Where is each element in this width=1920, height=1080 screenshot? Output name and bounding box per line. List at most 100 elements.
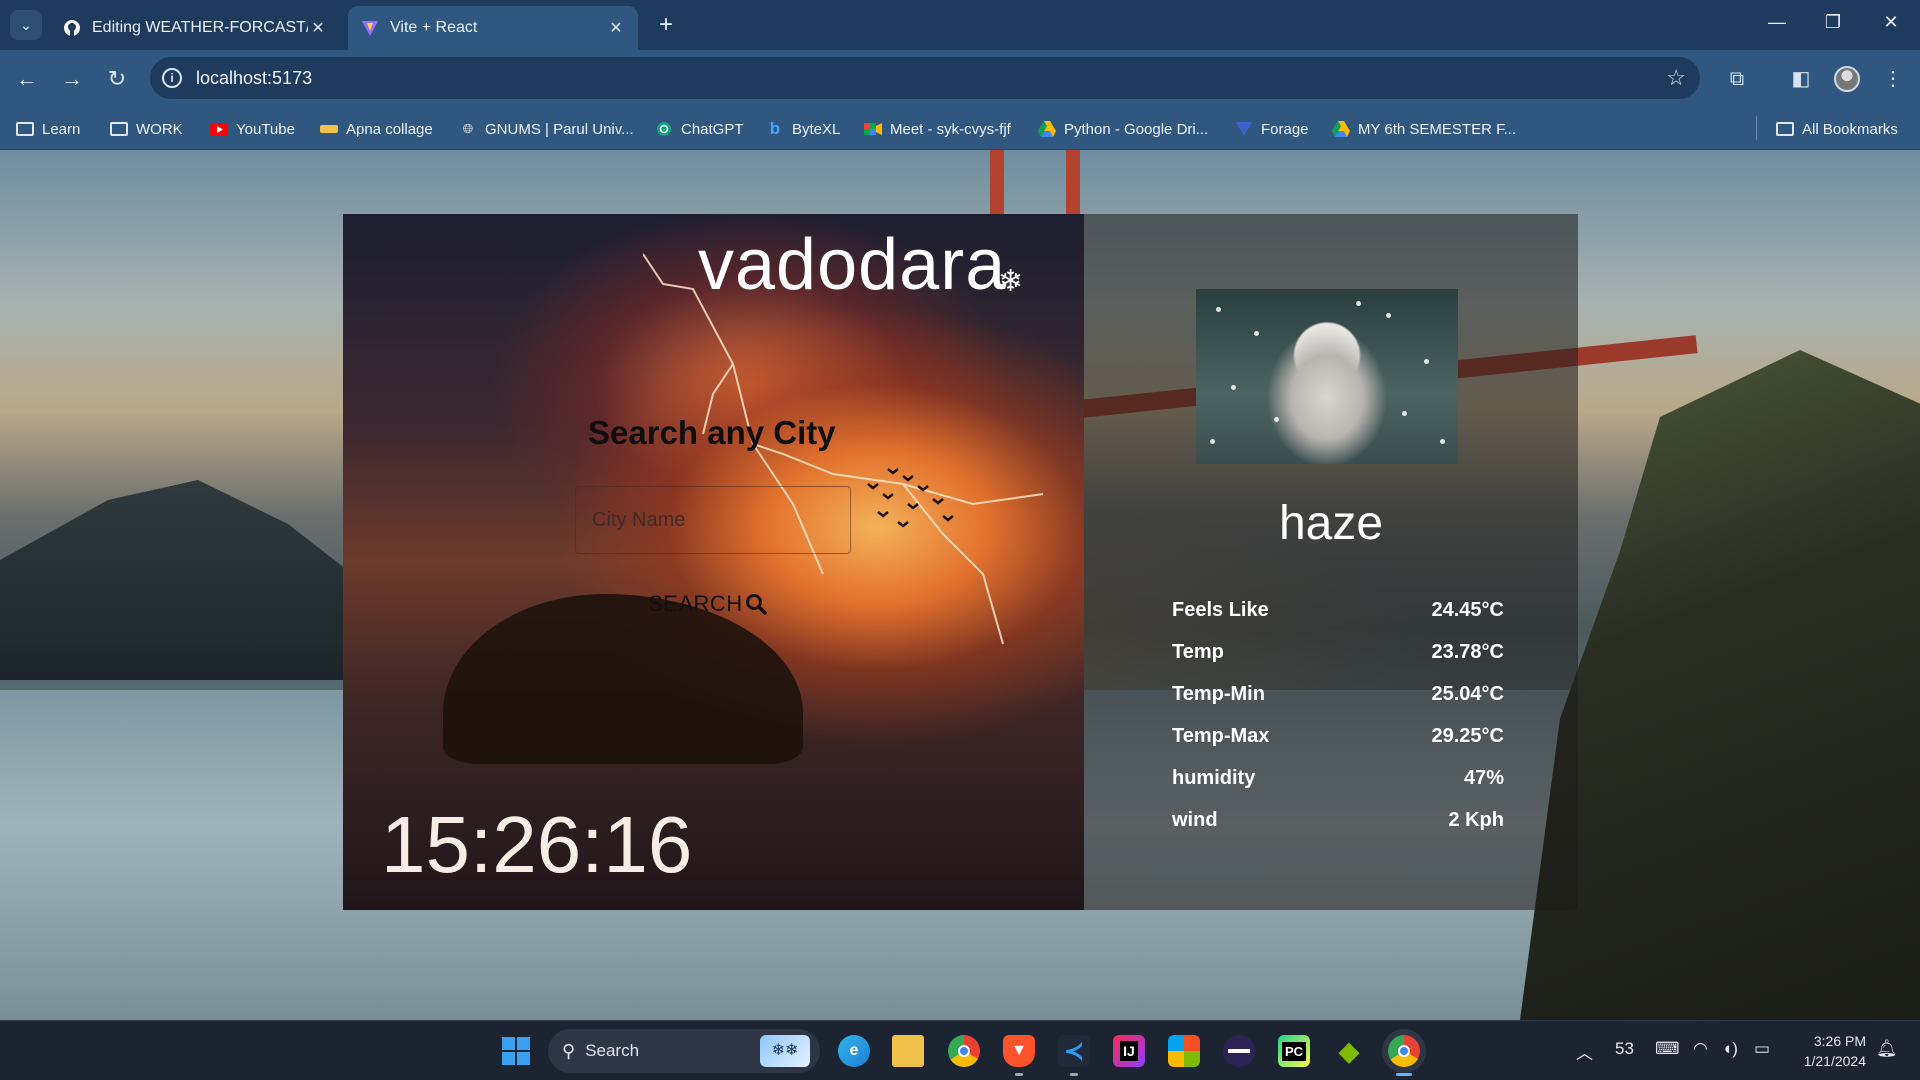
eclipse-icon[interactable] (1223, 1035, 1255, 1067)
store-icon[interactable] (1168, 1035, 1200, 1067)
windows-start-icon[interactable] (502, 1037, 530, 1065)
stat-value: 24.45°C (1431, 598, 1505, 621)
bookmark-label: Forage (1261, 120, 1309, 138)
stat-feels-like: Feels Like 24.45°C (1172, 589, 1504, 631)
forage-icon (1235, 121, 1253, 137)
volume-icon[interactable]: ◖) (1722, 1039, 1738, 1059)
vscode-icon[interactable]: ≺ (1058, 1035, 1090, 1067)
globe-icon: 🌐︎ (462, 121, 474, 136)
bookmark-gnums[interactable]: 🌐︎ GNUMS | Parul Univ... (459, 118, 634, 140)
stat-label: Temp (1172, 640, 1224, 663)
notification-bell-icon[interactable]: 🔔︎ (1876, 1039, 1898, 1059)
stat-value: 47% (1463, 766, 1504, 789)
stat-label: Feels Like (1172, 598, 1269, 621)
bookmark-label: YouTube (236, 120, 295, 138)
bookmark-meet[interactable]: Meet - syk-cvys-fjf (864, 118, 1011, 140)
search-button[interactable]: SEARCH (648, 591, 767, 617)
forward-icon[interactable]: → (57, 64, 87, 94)
search-icon (745, 594, 767, 615)
search-button-label: SEARCH (648, 591, 743, 616)
bytexl-icon: b (769, 119, 781, 138)
git-icon[interactable]: ◆ (1333, 1035, 1365, 1067)
battery-icon[interactable]: ▭ (1754, 1039, 1770, 1059)
tray-temperature[interactable]: 53 (1615, 1039, 1634, 1059)
bookmark-bytexl[interactable]: b ByteXL (766, 118, 841, 140)
tab-title: Vite + React (390, 19, 478, 36)
bookmark-work[interactable]: WORK (110, 118, 183, 140)
stat-label: wind (1172, 808, 1218, 831)
bookmark-6th-semester[interactable]: MY 6th SEMESTER F... (1332, 118, 1516, 140)
weather-condition: haze (1278, 497, 1384, 550)
birds-decoration (867, 468, 954, 528)
digital-clock: 15:26:16 (381, 800, 693, 889)
keyboard-icon[interactable]: ⌨ (1655, 1039, 1680, 1059)
all-bookmarks[interactable]: All Bookmarks (1776, 118, 1898, 140)
bookmark-python-drive[interactable]: Python - Google Dri... (1038, 118, 1208, 140)
search-heading: Search any City (588, 414, 836, 451)
vite-icon (360, 18, 380, 38)
bookmark-label: Meet - syk-cvys-fjf (890, 120, 1011, 138)
close-tab-icon[interactable]: ✕ (606, 18, 626, 38)
tab-vite-react[interactable]: Vite + React ✕ (348, 6, 638, 50)
meet-icon (864, 121, 882, 137)
back-icon[interactable]: ← (12, 64, 42, 94)
taskbar-time: 3:26 PM (1813, 1033, 1866, 1049)
side-panel-icon[interactable]: ◧ (1786, 64, 1816, 94)
chevron-up-icon[interactable]: ︿ (1576, 1039, 1593, 1064)
page-background: vadodara ❄ Search any City SEARCH 15:26:… (0, 150, 1920, 1020)
stat-humidity: humidity 47% (1172, 757, 1504, 799)
bookmark-label: WORK (136, 120, 183, 138)
search-panel: vadodara ❄ Search any City SEARCH 15:26:… (343, 214, 1084, 910)
menu-icon[interactable]: ⋮ (1878, 64, 1908, 94)
extensions-icon[interactable]: ⧉ (1722, 64, 1752, 94)
bookmark-label: GNUMS | Parul Univ... (485, 120, 634, 138)
bookmarks-bar: Learn WORK YouTube Apna collage 🌐︎ GNUMS… (0, 108, 1920, 150)
bookmark-label: Apna collage (346, 120, 433, 138)
stat-value: 29.25°C (1431, 724, 1505, 747)
city-name: vadodara (698, 225, 1007, 305)
chrome-active-icon[interactable] (1388, 1035, 1420, 1067)
bookmark-learn[interactable]: Learn (16, 118, 80, 140)
taskbar-search[interactable]: ⚲ Search ❄❄ (548, 1029, 820, 1073)
weather-widget-icon[interactable]: ❄❄ (760, 1035, 810, 1067)
weather-condition-image (1196, 289, 1458, 464)
active-indicator (1396, 1073, 1412, 1076)
search-icon: ⚲ (562, 1040, 576, 1061)
wifi-icon[interactable]: ◠ (1693, 1039, 1708, 1059)
bookmark-star-icon[interactable]: ☆ (1666, 65, 1686, 91)
pycharm-icon[interactable]: PC (1278, 1035, 1310, 1067)
tab-github-editor[interactable]: Editing WEATHER-FORCAST/RE ✕ (50, 6, 340, 50)
site-info-icon[interactable]: i (162, 68, 182, 88)
bookmark-label: MY 6th SEMESTER F... (1358, 120, 1517, 138)
chrome-icon[interactable] (948, 1035, 980, 1067)
file-explorer-icon[interactable] (892, 1035, 924, 1067)
taskbar-date: 1/21/2024 (1803, 1053, 1866, 1069)
edge-icon[interactable]: e (838, 1035, 870, 1067)
tab-search-button[interactable]: ⌄ (10, 10, 42, 40)
new-tab-button[interactable]: + (652, 12, 680, 40)
youtube-icon (210, 121, 228, 137)
taskbar-clock[interactable]: 3:26 PM 1/21/2024 (1786, 1031, 1866, 1071)
profile-avatar[interactable] (1834, 66, 1860, 92)
bookmark-chatgpt[interactable]: ChatGPT (655, 118, 744, 140)
url-text[interactable]: localhost:5173 (196, 68, 312, 89)
reload-icon[interactable]: ↻ (102, 64, 132, 94)
minimize-icon[interactable]: — (1762, 12, 1792, 33)
bookmark-label: Learn (42, 120, 81, 138)
restore-icon[interactable]: ❐ (1818, 12, 1848, 33)
running-indicator (1070, 1073, 1078, 1076)
bookmark-youtube[interactable]: YouTube (210, 118, 295, 140)
intellij-icon[interactable]: IJ (1113, 1035, 1145, 1067)
close-window-icon[interactable]: ✕ (1876, 12, 1906, 33)
stat-temp-min: Temp-Min 25.04°C (1172, 673, 1504, 715)
address-bar[interactable]: i localhost:5173 ☆ (150, 57, 1700, 99)
city-name-input[interactable] (575, 486, 851, 554)
running-indicator (1015, 1073, 1023, 1076)
bookmark-apna-collage[interactable]: Apna collage (320, 118, 433, 140)
browser-toolbar: ← → ↻ i localhost:5173 ☆ ⧉ ◧ ⋮ (0, 50, 1920, 108)
bookmark-forage[interactable]: Forage (1235, 118, 1309, 140)
stat-wind: wind 2 Kph (1172, 799, 1504, 841)
close-tab-icon[interactable]: ✕ (308, 18, 328, 38)
brave-icon[interactable]: ▼ (1003, 1035, 1035, 1067)
weather-stats: Feels Like 24.45°C Temp 23.78°C Temp-Min 25… (1172, 589, 1504, 841)
